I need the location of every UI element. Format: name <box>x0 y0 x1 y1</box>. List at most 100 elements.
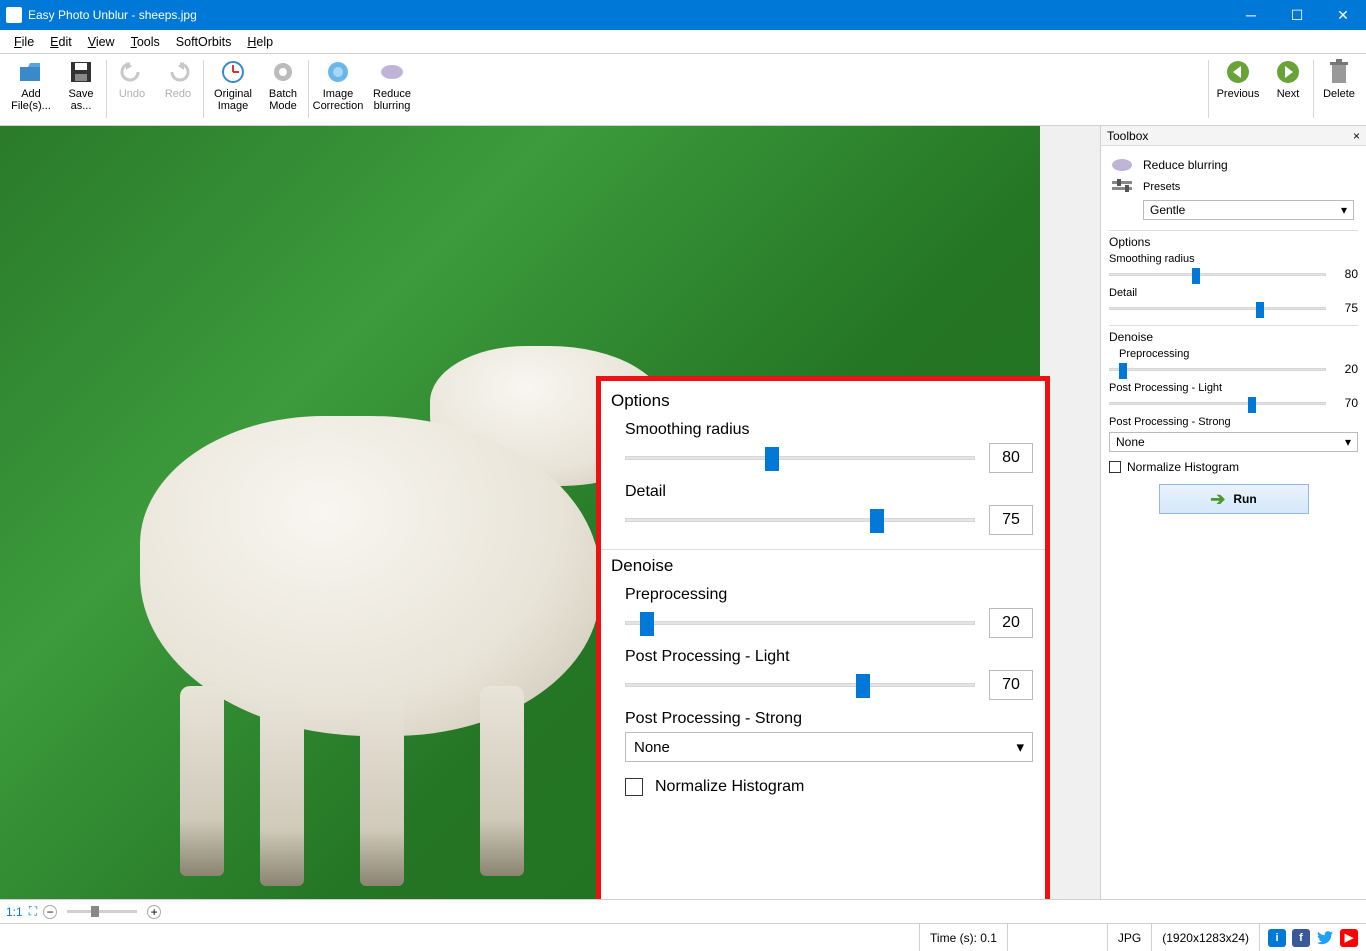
sidebar-pre-slider[interactable] <box>1109 368 1326 371</box>
smoothing-radius-slider[interactable] <box>625 456 975 460</box>
arrow-right-icon <box>1274 58 1302 86</box>
original-image-button[interactable]: Original Image <box>206 56 260 124</box>
youtube-icon[interactable]: ▶ <box>1340 929 1358 947</box>
main-area: Options Smoothing radius 80 Detail 75 De… <box>0 126 1366 899</box>
toolbar-separator <box>1208 60 1209 118</box>
presets-select[interactable]: Gentle ▾ <box>1143 200 1354 220</box>
sidebar-normalize-label: Normalize Histogram <box>1127 460 1239 474</box>
fit-screen-icon[interactable]: ⛶ <box>29 904 37 919</box>
menu-edit[interactable]: Edit <box>42 33 80 51</box>
zoom-slider[interactable] <box>67 910 137 913</box>
sidebar-detail-slider[interactable] <box>1109 307 1326 310</box>
titlebar: Easy Photo Unblur - sheeps.jpg ─ ☐ ✕ <box>0 0 1366 30</box>
previous-button[interactable]: Previous <box>1211 56 1265 124</box>
post-light-slider[interactable] <box>625 683 975 687</box>
sidebar-poststrong-select[interactable]: None ▾ <box>1109 432 1358 452</box>
status-dimensions: (1920x1283x24) <box>1152 924 1260 951</box>
close-icon[interactable]: × <box>1353 129 1360 143</box>
preprocessing-slider[interactable] <box>625 621 975 625</box>
detail-value[interactable]: 75 <box>989 505 1033 535</box>
app-icon <box>6 7 22 23</box>
options-section-title: Options <box>611 391 1035 411</box>
gear-icon <box>269 58 297 86</box>
detail-slider[interactable] <box>625 518 975 522</box>
sidebar-options-title: Options <box>1109 230 1358 249</box>
next-button[interactable]: Next <box>1265 56 1311 124</box>
detail-label: Detail <box>625 483 1035 501</box>
post-light-value[interactable]: 70 <box>989 670 1033 700</box>
sidebar-poststrong-label: Post Processing - Strong <box>1109 416 1358 428</box>
info-icon[interactable]: i <box>1268 929 1286 947</box>
smoothing-radius-value[interactable]: 80 <box>989 443 1033 473</box>
menu-view[interactable]: View <box>80 33 123 51</box>
facebook-icon[interactable]: f <box>1292 929 1310 947</box>
denoise-section-title: Denoise <box>611 556 1035 576</box>
sidebar-smoothing-slider[interactable] <box>1109 273 1326 276</box>
run-arrow-icon: ➔ <box>1210 489 1225 510</box>
sidebar-detail-value: 75 <box>1334 301 1358 315</box>
sidebar-denoise-title: Denoise <box>1109 325 1358 344</box>
sidebar-smoothing-value: 80 <box>1334 267 1358 281</box>
image-canvas[interactable]: Options Smoothing radius 80 Detail 75 De… <box>0 126 1100 899</box>
zoom-out-button[interactable]: − <box>43 905 57 919</box>
status-time: Time (s): 0.1 <box>920 924 1008 951</box>
minimize-button[interactable]: ─ <box>1228 0 1274 30</box>
sidebar-smoothing-label: Smoothing radius <box>1109 253 1358 265</box>
sidebar-postlight-label: Post Processing - Light <box>1109 382 1358 394</box>
post-strong-select[interactable]: None ▾ <box>625 732 1033 762</box>
image-correction-button[interactable]: Image Correction <box>311 56 365 124</box>
menu-softorbits[interactable]: SoftOrbits <box>168 33 240 51</box>
menu-help[interactable]: Help <box>239 33 281 51</box>
batch-mode-button[interactable]: Batch Mode <box>260 56 306 124</box>
menu-file[interactable]: File <box>6 33 42 51</box>
sidebar-detail-label: Detail <box>1109 287 1358 299</box>
reduce-blurring-button[interactable]: Reduce blurring <box>365 56 419 124</box>
blur-icon <box>1109 156 1135 174</box>
presets-icon <box>1109 178 1135 196</box>
delete-button[interactable]: Delete <box>1316 56 1362 124</box>
redo-button[interactable]: Redo <box>155 56 201 124</box>
toolbar-separator <box>106 60 107 118</box>
save-as-button[interactable]: Save as... <box>58 56 104 124</box>
add-files-button[interactable]: Add File(s)... <box>4 56 58 124</box>
chevron-down-icon: ▾ <box>1016 738 1024 756</box>
twitter-icon[interactable] <box>1316 929 1334 947</box>
window-controls: ─ ☐ ✕ <box>1228 0 1366 30</box>
normalize-histogram-label: Normalize Histogram <box>655 778 804 796</box>
sidebar-postlight-value: 70 <box>1334 396 1358 410</box>
sidebar-pre-label: Preprocessing <box>1119 348 1358 360</box>
zoom-in-button[interactable]: + <box>147 905 161 919</box>
undo-icon <box>118 58 146 86</box>
blur-icon <box>378 58 406 86</box>
add-files-icon <box>17 58 45 86</box>
presets-label: Presets <box>1143 181 1358 193</box>
effect-name: Reduce blurring <box>1143 158 1228 172</box>
smoothing-radius-label: Smoothing radius <box>625 421 1035 439</box>
sheep-graphic <box>180 686 224 876</box>
preprocessing-label: Preprocessing <box>625 586 1035 604</box>
sidebar-postlight-slider[interactable] <box>1109 402 1326 405</box>
trash-icon <box>1325 58 1353 86</box>
maximize-button[interactable]: ☐ <box>1274 0 1320 30</box>
toolbox-sidebar: Toolbox × Reduce blurring Presets Gentle… <box>1100 126 1366 899</box>
menu-bar: File Edit View Tools SoftOrbits Help <box>0 30 1366 54</box>
menu-tools[interactable]: Tools <box>123 33 168 51</box>
toolbar-separator <box>203 60 204 118</box>
sidebar-pre-value: 20 <box>1334 362 1358 376</box>
normalize-histogram-checkbox[interactable] <box>625 778 643 796</box>
preprocessing-value[interactable]: 20 <box>989 608 1033 638</box>
status-format: JPG <box>1108 924 1152 951</box>
undo-button[interactable]: Undo <box>109 56 155 124</box>
close-button[interactable]: ✕ <box>1320 0 1366 30</box>
chevron-down-icon: ▾ <box>1345 435 1351 449</box>
social-links: i f ▶ <box>1260 929 1366 947</box>
zoom-ratio-label[interactable]: 1:1 <box>6 905 23 919</box>
chevron-down-icon: ▾ <box>1341 203 1347 217</box>
run-button[interactable]: ➔ Run <box>1159 484 1309 514</box>
sheep-graphic <box>360 696 404 886</box>
clock-icon <box>219 58 247 86</box>
toolbar: Add File(s)... Save as... Undo Redo Orig… <box>0 54 1366 126</box>
options-overlay-panel: Options Smoothing radius 80 Detail 75 De… <box>596 376 1050 899</box>
sidebar-normalize-checkbox[interactable] <box>1109 461 1121 473</box>
window-title: Easy Photo Unblur - sheeps.jpg <box>28 8 1228 22</box>
